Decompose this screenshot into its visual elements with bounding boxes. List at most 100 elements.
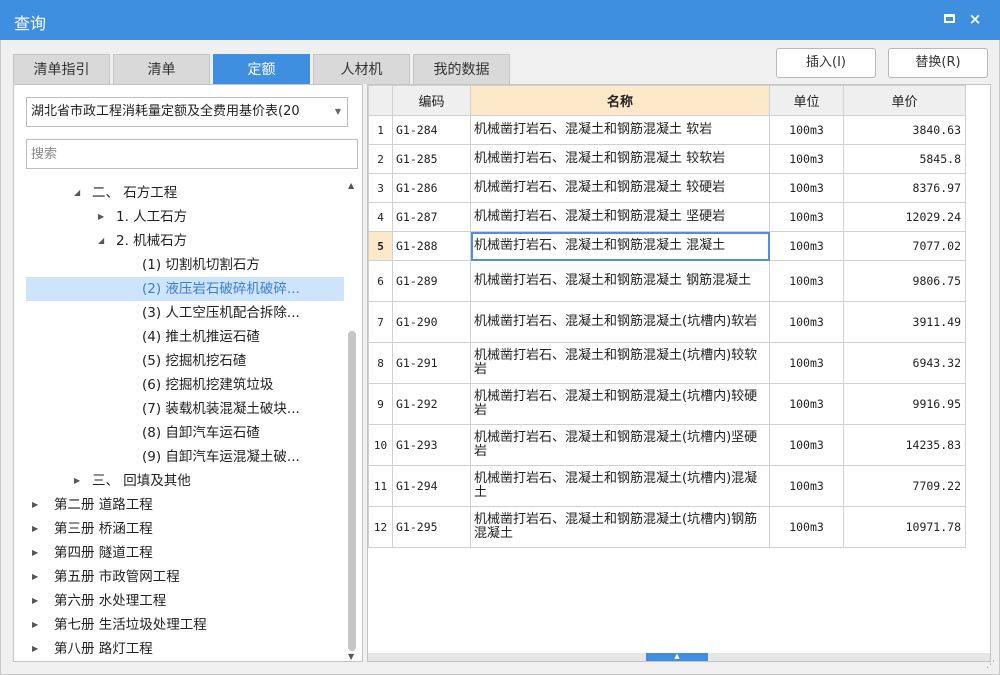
cell-code[interactable]: G1-294: [392, 465, 471, 507]
close-icon[interactable]: ×: [964, 8, 986, 30]
cell-price[interactable]: 6943.32: [843, 342, 966, 384]
table-row[interactable]: 10 G1-293 机械凿打岩石、混凝土和钢筋混凝土(坑槽内)坚硬岩 100m3…: [368, 424, 966, 466]
insert-button[interactable]: 插入(I): [776, 48, 876, 78]
tree-leaf[interactable]: (5) 挖掘机挖石碴: [14, 349, 344, 373]
cell-price[interactable]: 3840.63: [843, 115, 966, 145]
cell-price[interactable]: 7077.02: [843, 231, 966, 261]
scrollbar-thumb[interactable]: [348, 331, 356, 651]
tree-node-volume-3[interactable]: ▶ 第三册 桥涵工程: [14, 517, 344, 541]
column-header-price[interactable]: 单价: [843, 85, 966, 116]
tab-quota[interactable]: 定额: [213, 54, 310, 84]
cell-unit[interactable]: 100m3: [769, 301, 844, 343]
table-row[interactable]: 9 G1-292 机械凿打岩石、混凝土和钢筋混凝土(坑槽内)较硬岩 100m3 …: [368, 383, 966, 425]
table-row[interactable]: 6 G1-289 机械凿打岩石、混凝土和钢筋混凝土 钢筋混凝土 100m3 98…: [368, 260, 966, 302]
cell-unit[interactable]: 100m3: [769, 231, 844, 261]
cell-code[interactable]: G1-295: [392, 506, 471, 548]
splitter-handle-icon[interactable]: ▲: [646, 653, 708, 661]
table-row[interactable]: 7 G1-290 机械凿打岩石、混凝土和钢筋混凝土(坑槽内)软岩 100m3 3…: [368, 301, 966, 343]
tree-node-volume-4[interactable]: ▶ 第四册 隧道工程: [14, 541, 344, 565]
tree-node-backfill[interactable]: ▶ 三、 回填及其他: [14, 469, 344, 493]
cell-code[interactable]: G1-292: [392, 383, 471, 425]
tab-materials[interactable]: 人材机: [313, 54, 410, 84]
cell-price[interactable]: 9806.75: [843, 260, 966, 302]
tree-node-stone-works[interactable]: ◢ 二、 石方工程: [14, 181, 344, 205]
cell-price[interactable]: 7709.22: [843, 465, 966, 507]
cell-name[interactable]: 机械凿打岩石、混凝土和钢筋混凝土 较硬岩: [470, 173, 770, 203]
tree-leaf[interactable]: (7) 装载机装混凝土破块...: [14, 397, 344, 421]
cell-unit[interactable]: 100m3: [769, 506, 844, 548]
cell-name[interactable]: 机械凿打岩石、混凝土和钢筋混凝土(坑槽内)混凝土: [470, 465, 770, 507]
resize-grip-icon[interactable]: ⋰: [986, 660, 995, 670]
expand-toggle-icon[interactable]: ▶: [32, 565, 38, 589]
cell-code[interactable]: G1-288: [392, 231, 471, 261]
cell-name[interactable]: 机械凿打岩石、混凝土和钢筋混凝土 坚硬岩: [470, 202, 770, 232]
cell-unit[interactable]: 100m3: [769, 144, 844, 174]
tab-my-data[interactable]: 我的数据: [413, 54, 510, 84]
tree-leaf[interactable]: (1) 切割机切割石方: [14, 253, 344, 277]
table-row-current[interactable]: 5 G1-288 机械凿打岩石、混凝土和钢筋混凝土 混凝土 100m3 7077…: [368, 231, 966, 261]
expand-toggle-icon[interactable]: ◢: [98, 229, 104, 253]
table-row[interactable]: 1 G1-284 机械凿打岩石、混凝土和钢筋混凝土 软岩 100m3 3840.…: [368, 115, 966, 145]
table-row[interactable]: 11 G1-294 机械凿打岩石、混凝土和钢筋混凝土(坑槽内)混凝土 100m3…: [368, 465, 966, 507]
cell-code[interactable]: G1-289: [392, 260, 471, 302]
cell-unit[interactable]: 100m3: [769, 173, 844, 203]
cell-unit[interactable]: 100m3: [769, 424, 844, 466]
expand-toggle-icon[interactable]: ▶: [32, 541, 38, 565]
column-header-name[interactable]: 名称: [470, 85, 770, 116]
replace-button[interactable]: 替换(R): [888, 48, 988, 78]
expand-toggle-icon[interactable]: ▶: [32, 493, 38, 517]
cell-price[interactable]: 12029.24: [843, 202, 966, 232]
tree-node-volume-7[interactable]: ▶ 第七册 生活垃圾处理工程: [14, 613, 344, 637]
table-splitter[interactable]: ▲: [368, 653, 990, 661]
cell-name[interactable]: 机械凿打岩石、混凝土和钢筋混凝土 钢筋混凝土: [470, 260, 770, 302]
cell-price[interactable]: 3911.49: [843, 301, 966, 343]
search-input[interactable]: [26, 139, 358, 169]
column-header-code[interactable]: 编码: [392, 85, 471, 116]
expand-toggle-icon[interactable]: ▶: [74, 469, 80, 493]
tab-list-guide[interactable]: 清单指引: [13, 54, 110, 84]
cell-unit[interactable]: 100m3: [769, 202, 844, 232]
expand-toggle-icon[interactable]: ▶: [98, 205, 104, 229]
cell-code[interactable]: G1-285: [392, 144, 471, 174]
table-row[interactable]: 4 G1-287 机械凿打岩石、混凝土和钢筋混凝土 坚硬岩 100m3 1202…: [368, 202, 966, 232]
cell-price[interactable]: 8376.97: [843, 173, 966, 203]
cell-code[interactable]: G1-291: [392, 342, 471, 384]
tree-scrollbar[interactable]: ▲ ▼: [345, 181, 359, 661]
tree-leaf[interactable]: (4) 推土机推运石碴: [14, 325, 344, 349]
cell-code[interactable]: G1-286: [392, 173, 471, 203]
cell-name[interactable]: 机械凿打岩石、混凝土和钢筋混凝土 软岩: [470, 115, 770, 145]
tab-list[interactable]: 清单: [113, 54, 210, 84]
cell-code[interactable]: G1-293: [392, 424, 471, 466]
tree-node-volume-8[interactable]: ▶ 第八册 路灯工程: [14, 637, 344, 661]
tree-node-machine-stone[interactable]: ◢ 2. 机械石方: [14, 229, 344, 253]
tree-leaf[interactable]: (9) 自卸汽车运混凝土破...: [14, 445, 344, 469]
tree-node-volume-2[interactable]: ▶ 第二册 道路工程: [14, 493, 344, 517]
expand-toggle-icon[interactable]: ▶: [32, 637, 38, 661]
tree-leaf-selected[interactable]: (2) 液压岩石破碎机破碎...: [26, 277, 344, 301]
cell-code[interactable]: G1-290: [392, 301, 471, 343]
cell-unit[interactable]: 100m3: [769, 342, 844, 384]
cell-name-focused[interactable]: 机械凿打岩石、混凝土和钢筋混凝土 混凝土: [470, 231, 770, 261]
cell-name[interactable]: 机械凿打岩石、混凝土和钢筋混凝土(坑槽内)软岩: [470, 301, 770, 343]
tree-leaf[interactable]: (8) 自卸汽车运石碴: [14, 421, 344, 445]
expand-toggle-icon[interactable]: ▶: [32, 517, 38, 541]
scroll-up-icon[interactable]: ▲: [348, 181, 354, 190]
cell-price[interactable]: 5845.8: [843, 144, 966, 174]
cell-unit[interactable]: 100m3: [769, 465, 844, 507]
cell-price[interactable]: 10971.78: [843, 506, 966, 548]
cell-name[interactable]: 机械凿打岩石、混凝土和钢筋混凝土 较软岩: [470, 144, 770, 174]
cell-unit[interactable]: 100m3: [769, 115, 844, 145]
table-row[interactable]: 12 G1-295 机械凿打岩石、混凝土和钢筋混凝土(坑槽内)钢筋混凝土 100…: [368, 506, 966, 548]
cell-name[interactable]: 机械凿打岩石、混凝土和钢筋混凝土(坑槽内)钢筋混凝土: [470, 506, 770, 548]
library-select[interactable]: 湖北省市政工程消耗量定额及全费用基价表(20 ▼: [26, 97, 348, 127]
expand-toggle-icon[interactable]: ▶: [32, 613, 38, 637]
expand-toggle-icon[interactable]: ◢: [74, 181, 80, 205]
cell-name[interactable]: 机械凿打岩石、混凝土和钢筋混凝土(坑槽内)较硬岩: [470, 383, 770, 425]
tree-leaf[interactable]: (3) 人工空压机配合拆除...: [14, 301, 344, 325]
tree-node-volume-5[interactable]: ▶ 第五册 市政管网工程: [14, 565, 344, 589]
tree-leaf[interactable]: (6) 挖掘机挖建筑垃圾: [14, 373, 344, 397]
scroll-down-icon[interactable]: ▼: [348, 652, 354, 661]
cell-price[interactable]: 9916.95: [843, 383, 966, 425]
cell-code[interactable]: G1-284: [392, 115, 471, 145]
cell-name[interactable]: 机械凿打岩石、混凝土和钢筋混凝土(坑槽内)坚硬岩: [470, 424, 770, 466]
